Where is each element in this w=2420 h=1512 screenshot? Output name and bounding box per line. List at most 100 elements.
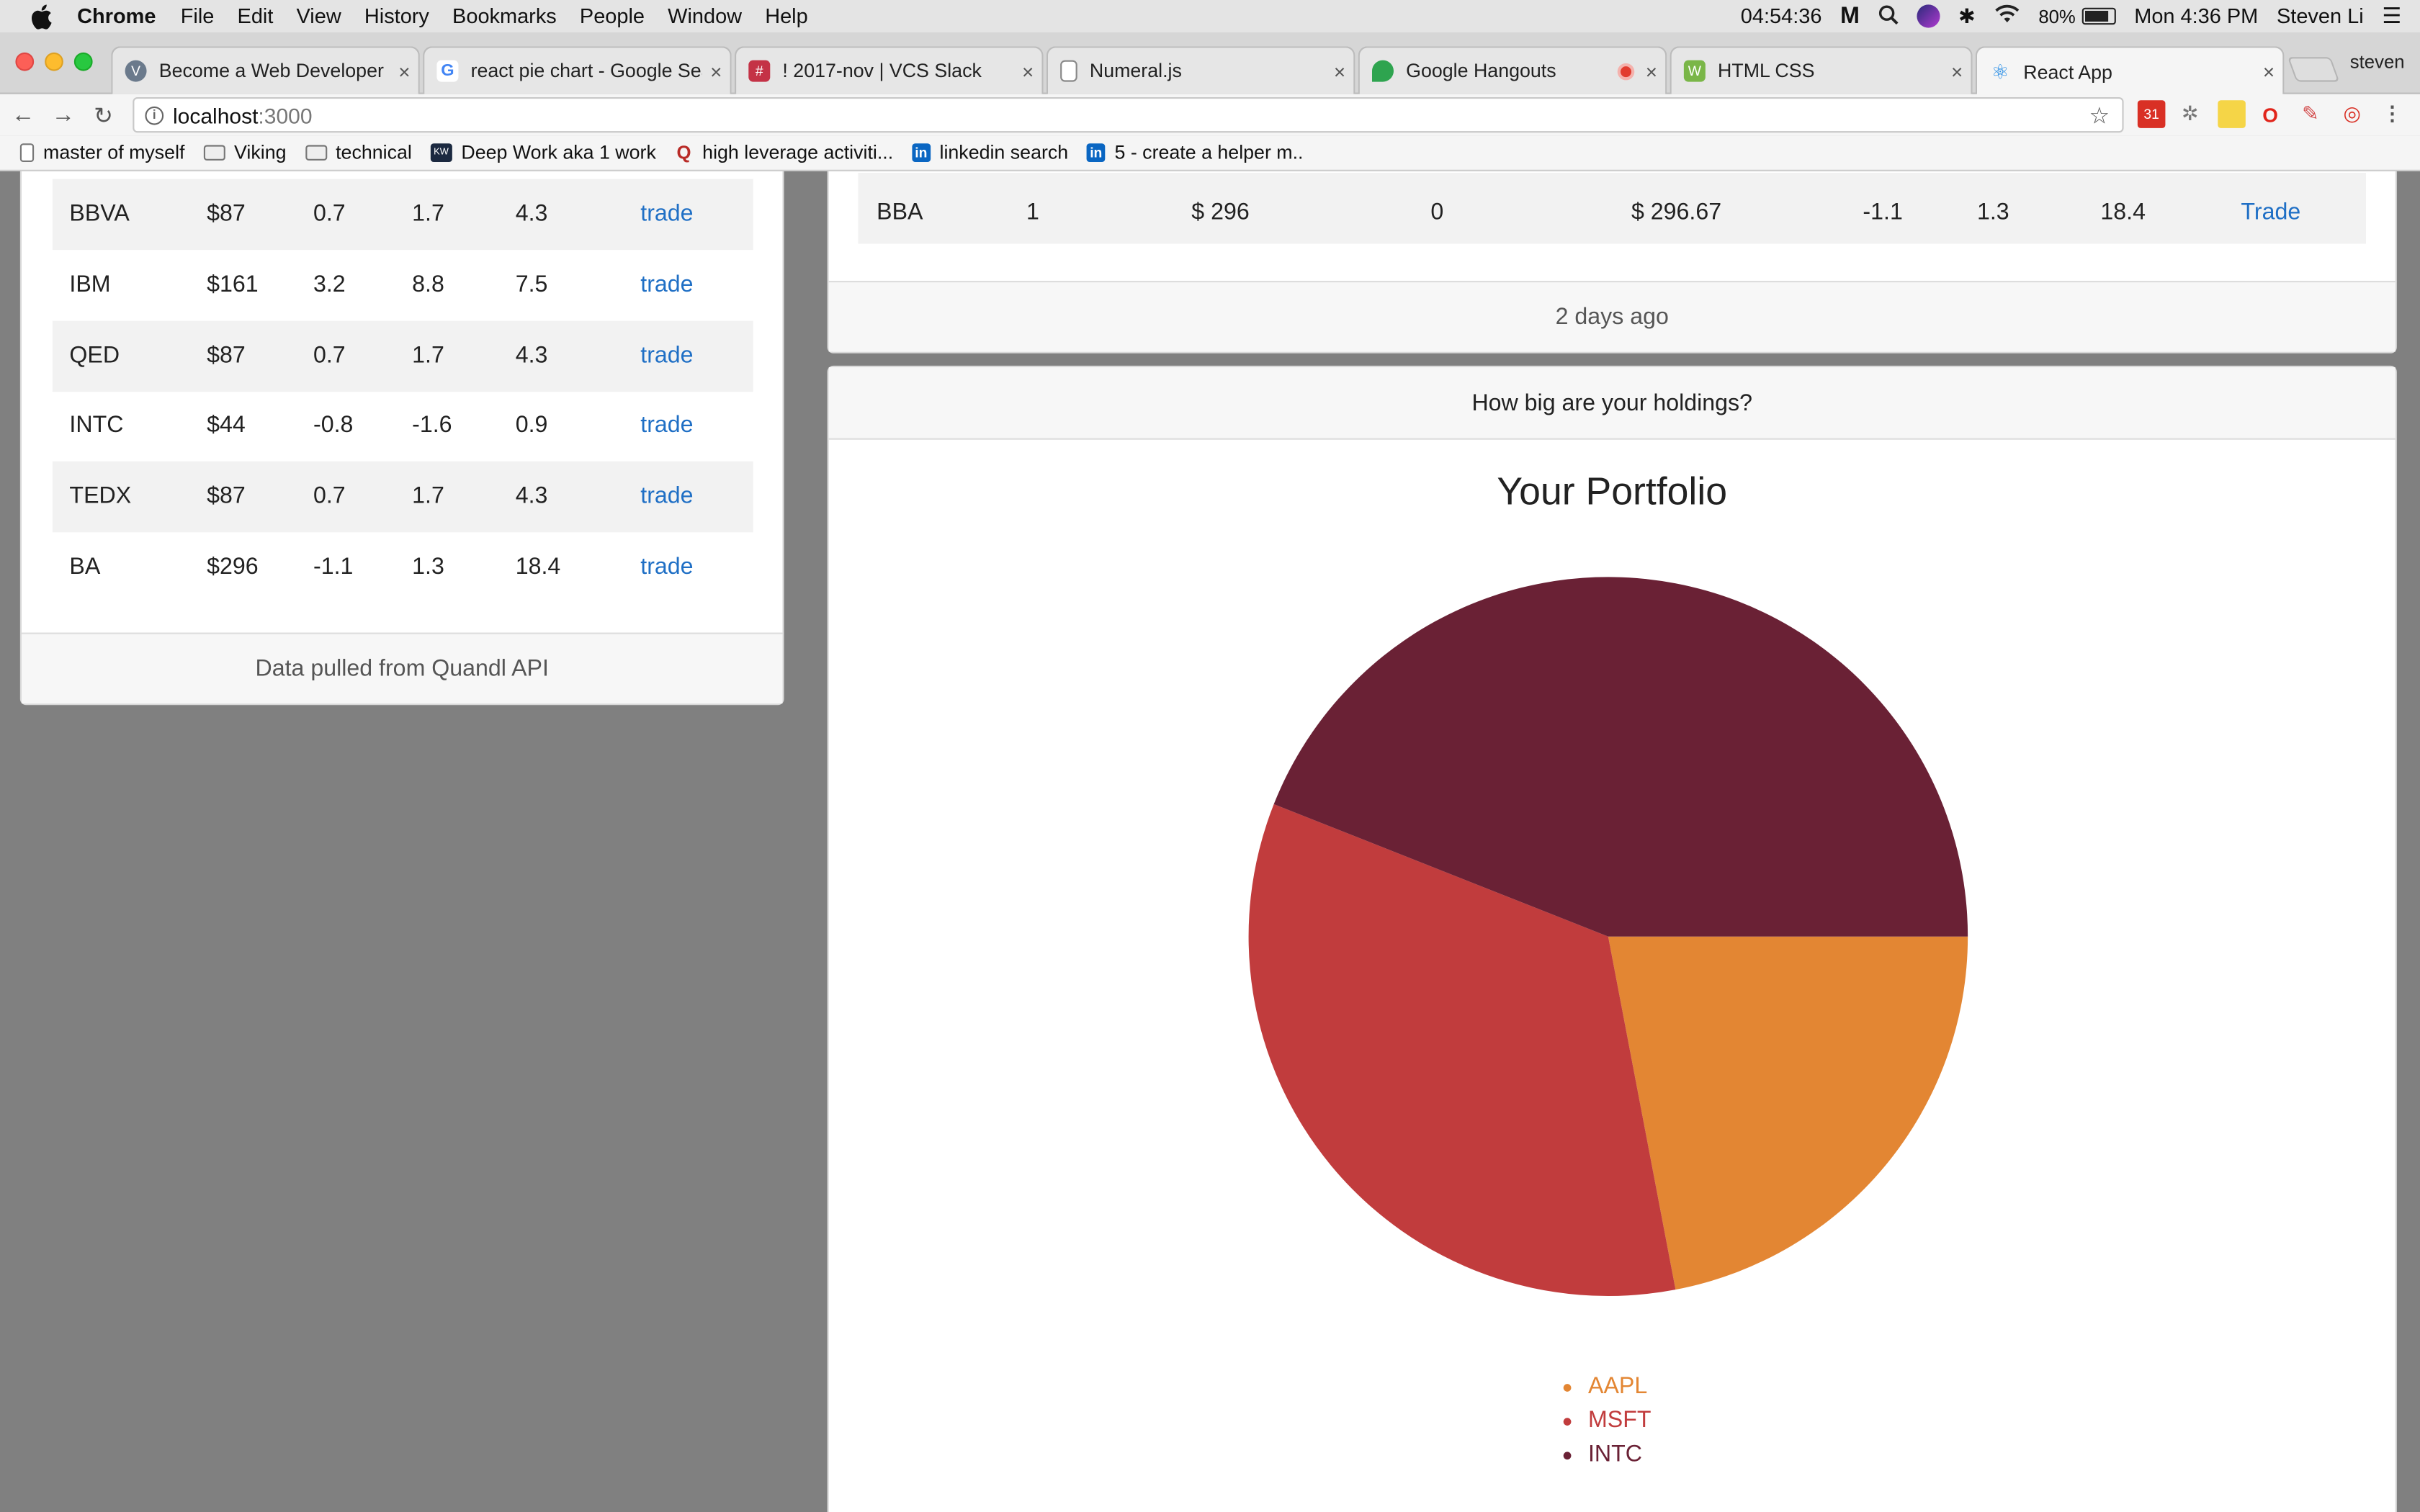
tab-vcs-slack[interactable]: # ! 2017-nov | VCS Slack × <box>734 46 1044 94</box>
trade-link[interactable]: trade <box>640 271 693 297</box>
wifi-icon[interactable] <box>1994 4 2020 27</box>
malwarebytes-icon[interactable]: M <box>1840 3 1860 29</box>
close-tab-icon[interactable]: × <box>1943 60 1971 83</box>
site-info-icon[interactable]: i <box>145 105 164 125</box>
target-extension-icon[interactable]: ◎ <box>2338 100 2366 128</box>
siri-icon[interactable] <box>1917 4 1940 28</box>
bookmark-technical[interactable]: technical <box>305 142 412 163</box>
trade-link[interactable]: trade <box>640 554 693 580</box>
chart-title: Your Portfolio <box>1497 470 1728 514</box>
battery-icon[interactable] <box>2081 7 2116 25</box>
bookmark-high-leverage[interactable]: Q high leverage activiti... <box>675 142 893 163</box>
opera-extension-icon[interactable]: O <box>2257 100 2285 128</box>
pen-extension-icon[interactable]: ✎ <box>2297 100 2325 128</box>
stock-c1: 0.7 <box>313 483 346 510</box>
tab-title: Google Hangouts <box>1406 60 1556 82</box>
stock-price: $296 <box>207 554 259 580</box>
tab-title: Numeral.js <box>1089 60 1182 82</box>
holding-trade-link[interactable]: Trade <box>2241 199 2300 225</box>
stock-row: TEDX $87 0.7 1.7 4.3 trade <box>52 462 753 533</box>
tab-become-web-developer[interactable]: V Become a Web Developer | V × <box>111 46 420 94</box>
holding-price: $ 296 <box>1191 199 1250 225</box>
page-icon <box>19 143 35 162</box>
calendar-extension-icon[interactable]: 31 <box>2137 100 2166 128</box>
new-tab-button[interactable] <box>2287 57 2340 82</box>
tab-react-app[interactable]: ⚛ React App × <box>1975 46 2285 96</box>
reload-icon[interactable]: ↻ <box>84 94 124 136</box>
bookmark-create-helper[interactable]: in 5 - create a helper m.. <box>1086 142 1304 164</box>
holding-zero: 0 <box>1430 199 1444 225</box>
bluetooth-icon[interactable]: ✱ <box>1958 4 1975 28</box>
legend-item-aapl: AAPL <box>1563 1370 1652 1404</box>
stock-symbol: QED <box>69 341 120 369</box>
trade-link[interactable]: trade <box>640 413 693 438</box>
slack-icon: # <box>748 60 771 82</box>
minimize-window-icon[interactable] <box>45 52 63 71</box>
menu-window[interactable]: Window <box>668 0 742 32</box>
close-tab-icon[interactable]: × <box>2255 60 2283 84</box>
bookmark-deep-work[interactable]: KW Deep Work aka 1 work <box>430 142 656 163</box>
tab-google-hangouts[interactable]: Google Hangouts × <box>1358 46 1667 94</box>
bug-extension-icon[interactable]: ✲ <box>2176 100 2204 128</box>
trade-link[interactable]: trade <box>640 201 693 227</box>
notes-extension-icon[interactable] <box>2218 100 2246 128</box>
timer-text[interactable]: 04:54:36 <box>1741 4 1822 27</box>
holding-change-1: -1.1 <box>1863 199 1903 225</box>
bookmark-viking[interactable]: Viking <box>203 142 287 164</box>
bookmark-label: 5 - create a helper m.. <box>1114 142 1304 164</box>
close-tab-icon[interactable]: × <box>1638 60 1666 83</box>
back-icon[interactable]: ← <box>3 94 43 136</box>
apple-menu-icon[interactable] <box>28 0 56 32</box>
clock-text[interactable]: Mon 4:36 PM <box>2134 4 2258 27</box>
trade-link[interactable]: trade <box>640 342 693 368</box>
menu-edit[interactable]: Edit <box>238 0 274 32</box>
trade-link[interactable]: trade <box>640 483 693 509</box>
stock-c1: -0.8 <box>313 412 354 439</box>
menu-view[interactable]: View <box>297 0 341 32</box>
tab-numeral-js[interactable]: Numeral.js × <box>1046 46 1355 94</box>
stock-price: $87 <box>207 341 246 369</box>
notification-center-icon[interactable]: ☰ <box>2382 3 2401 29</box>
menu-file[interactable]: File <box>181 0 215 32</box>
close-tab-icon[interactable]: × <box>390 60 418 83</box>
user-name[interactable]: Steven Li <box>2277 4 2364 27</box>
battery-percent[interactable]: 80% <box>2038 6 2075 27</box>
stock-c3: 7.5 <box>515 271 548 298</box>
stock-c3: 4.3 <box>515 200 548 227</box>
bookmark-star-icon[interactable]: ☆ <box>2089 102 2110 130</box>
stock-c2: 1.7 <box>412 341 444 369</box>
bookmark-label: technical <box>336 142 412 164</box>
zoom-window-icon[interactable] <box>73 52 93 71</box>
spotlight-search-icon[interactable] <box>1878 4 1899 28</box>
menu-app-name[interactable]: Chrome <box>77 0 156 32</box>
recording-indicator-icon <box>1617 62 1635 80</box>
stock-row: BBVA $87 0.7 1.7 4.3 trade <box>52 179 753 251</box>
bookmark-master-of-myself[interactable]: master of myself <box>19 142 184 163</box>
stock-symbol: TEDX <box>69 483 132 510</box>
tab-react-pie-chart-search[interactable]: G react pie chart - Google Sea × <box>423 46 732 94</box>
close-tab-icon[interactable]: × <box>702 60 730 83</box>
menu-people[interactable]: People <box>580 0 645 32</box>
bookmark-linkedin-search[interactable]: in linkedin search <box>911 142 1068 163</box>
tab-html-css[interactable]: W HTML CSS × <box>1670 46 1973 94</box>
menu-bookmarks[interactable]: Bookmarks <box>452 0 557 32</box>
stock-c3: 0.9 <box>515 412 548 439</box>
holding-symbol: BBA <box>877 199 923 225</box>
folder-icon <box>203 145 225 161</box>
menu-history[interactable]: History <box>364 0 429 32</box>
legend-bullet <box>1563 1417 1572 1425</box>
forward-icon[interactable]: → <box>43 94 84 136</box>
bookmark-label: Viking <box>234 142 287 164</box>
address-bar[interactable]: i localhost:3000 ☆ <box>133 97 2124 133</box>
stock-c1: 0.7 <box>313 341 346 369</box>
stock-symbol: INTC <box>69 412 124 439</box>
holding-value: $ 296.67 <box>1631 199 1722 225</box>
stock-c3: 4.3 <box>515 341 548 369</box>
menu-help[interactable]: Help <box>765 0 807 32</box>
profile-name[interactable]: steven <box>2350 51 2405 73</box>
legend-item-intc: INTC <box>1563 1438 1652 1472</box>
close-tab-icon[interactable]: × <box>1014 60 1042 83</box>
close-window-icon[interactable] <box>15 52 35 71</box>
chrome-menu-icon[interactable]: ⋮ <box>2378 100 2406 128</box>
close-tab-icon[interactable]: × <box>1326 60 1354 83</box>
